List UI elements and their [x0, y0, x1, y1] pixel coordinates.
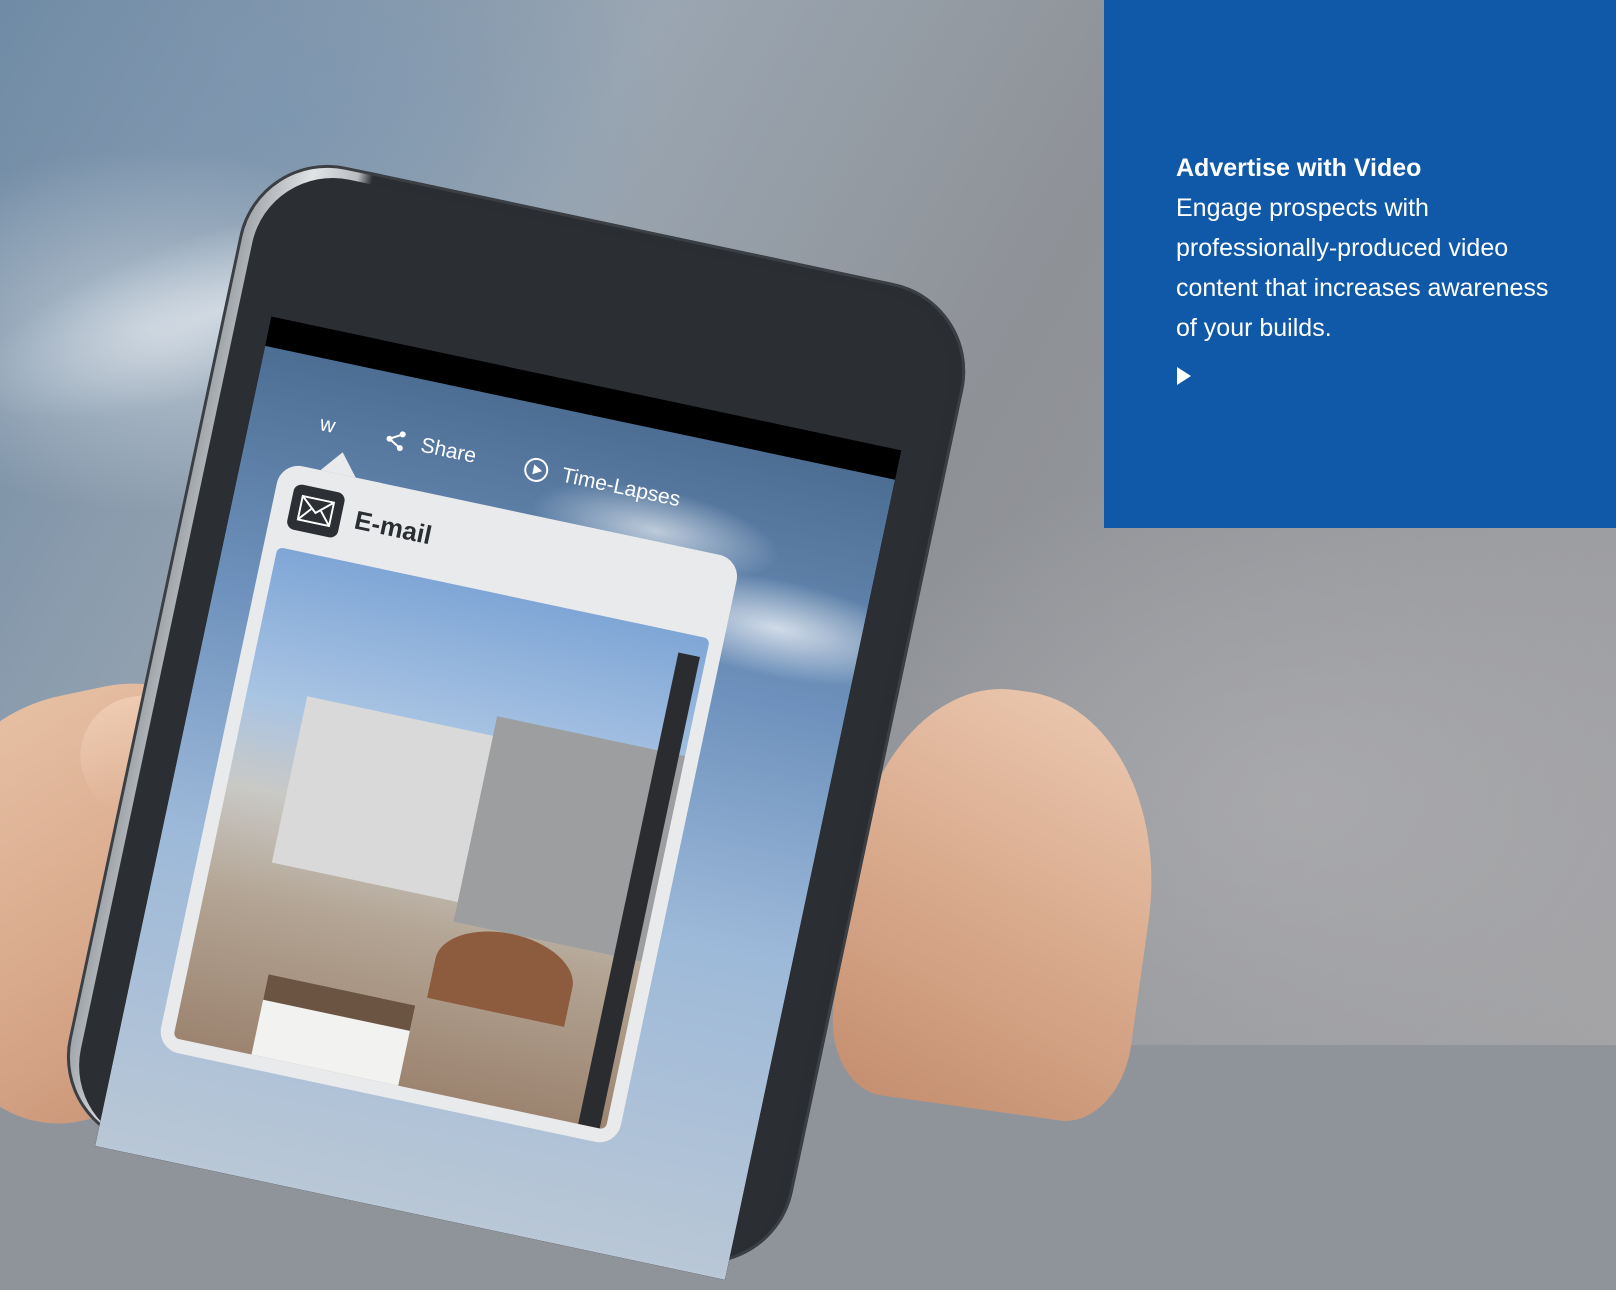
play-circle-icon	[520, 453, 553, 486]
play-icon[interactable]	[1176, 366, 1196, 388]
share-icon	[379, 423, 412, 456]
phone-screen: w Share Time-Lapses E-mail	[95, 316, 902, 1280]
toolbar-partial-label: w	[317, 412, 338, 438]
info-panel: Advertise with Video Engage prospects wi…	[1104, 0, 1616, 528]
panel-body: Engage prospects with professionally-pro…	[1176, 194, 1549, 342]
panel-title: Advertise with Video	[1176, 154, 1422, 182]
timelapses-button[interactable]: Time-Lapses	[520, 453, 683, 514]
envelope-icon	[285, 483, 347, 539]
share-label: Share	[418, 433, 479, 468]
info-panel-content: Advertise with Video Engage prospects wi…	[1176, 148, 1576, 388]
email-popover-title: E-mail	[351, 504, 435, 550]
share-button[interactable]: Share	[379, 423, 479, 470]
timelapses-label: Time-Lapses	[559, 463, 683, 512]
construction-site-photo	[173, 546, 710, 1130]
